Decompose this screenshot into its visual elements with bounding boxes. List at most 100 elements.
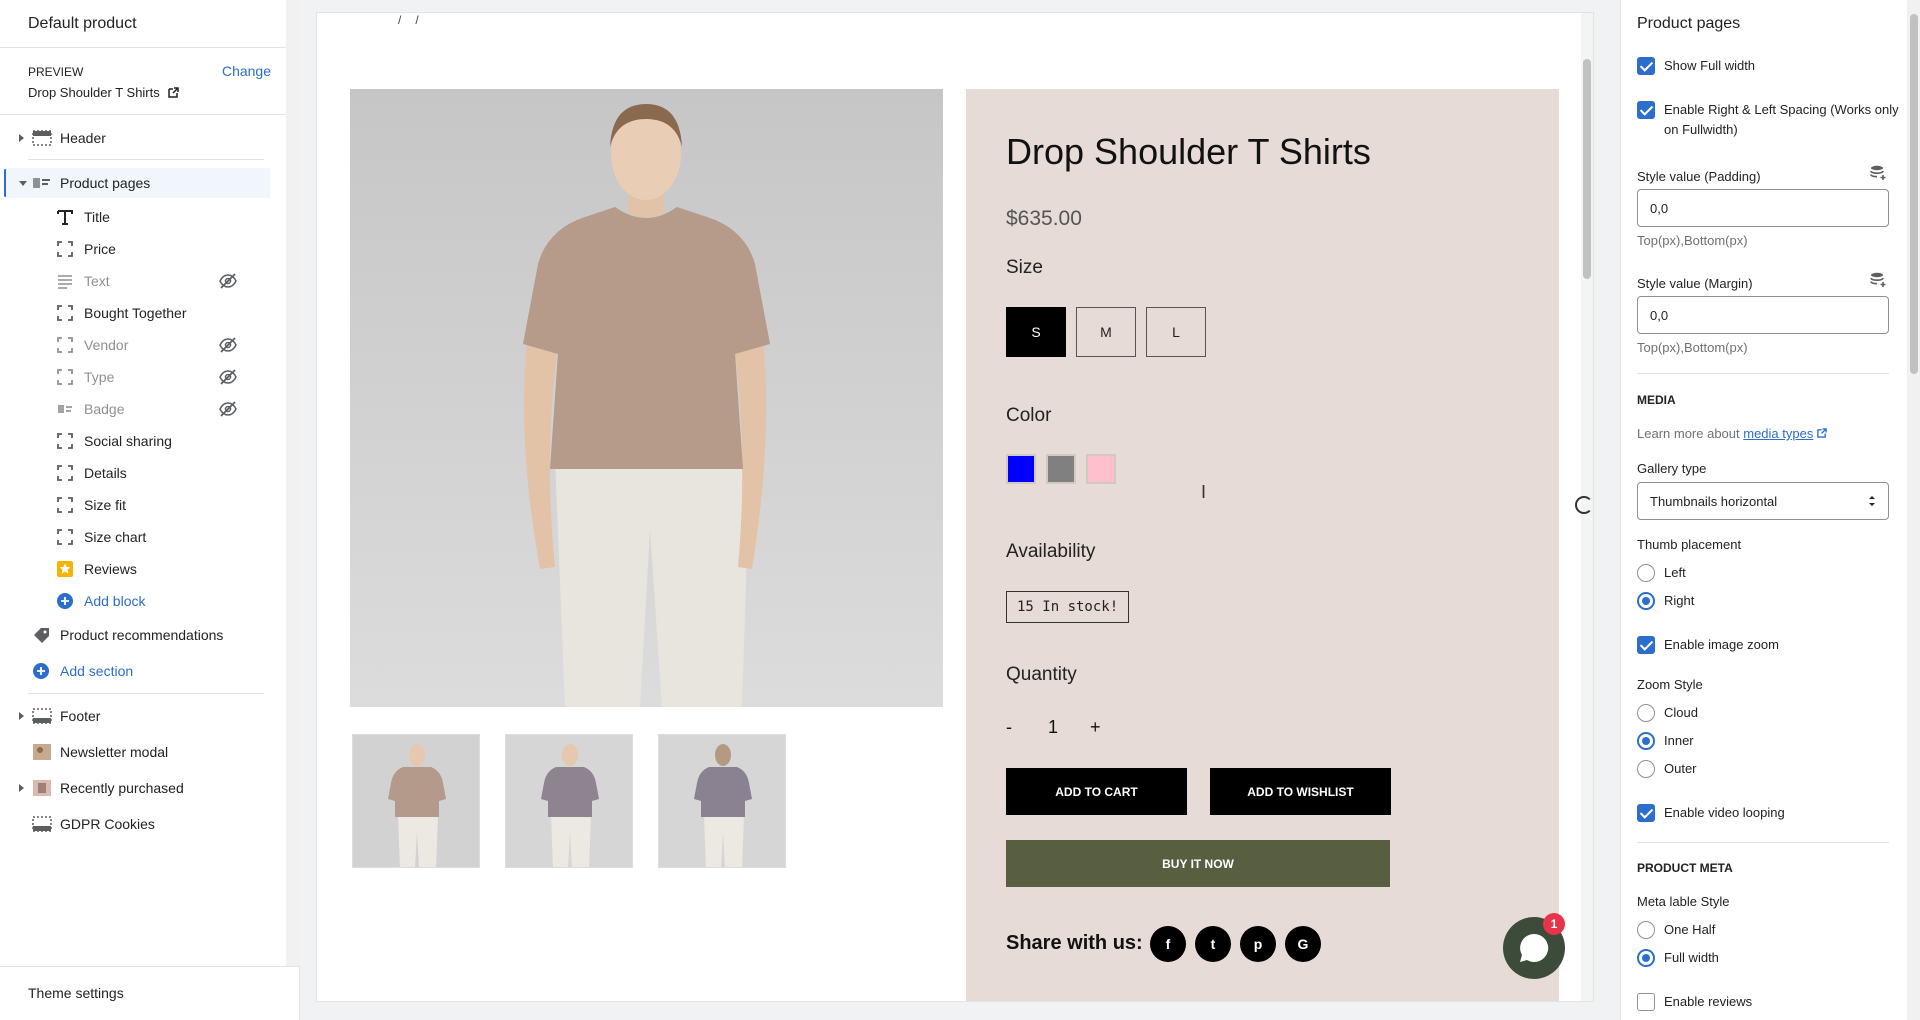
eye-hidden-icon[interactable] — [219, 401, 237, 417]
theme-settings-button[interactable]: Theme settings — [28, 985, 124, 1001]
plus-circle-icon — [33, 663, 49, 679]
buy-it-now-button[interactable]: BUY IT NOW — [1006, 840, 1390, 887]
block-reviews[interactable]: Reviews — [0, 554, 270, 584]
block-bought-together[interactable]: Bought Together — [0, 298, 270, 328]
caret-right-icon[interactable] — [19, 712, 24, 720]
quantity-value[interactable]: 1 — [1048, 717, 1058, 738]
zoom-cloud-radio[interactable] — [1637, 704, 1655, 722]
section-recently-purchased[interactable]: Recently purchased — [0, 773, 290, 803]
dynamic-source-icon[interactable] — [1869, 272, 1887, 288]
meta-full-width-radio[interactable] — [1637, 949, 1655, 967]
product-thumbnail[interactable] — [505, 734, 633, 868]
section-gdpr-cookies[interactable]: GDPR Cookies — [0, 809, 290, 839]
eye-hidden-icon[interactable] — [219, 273, 237, 289]
block-label: Type — [84, 369, 115, 385]
block-price[interactable]: Price — [0, 234, 270, 264]
block-size-fit[interactable]: Size fit — [0, 490, 270, 520]
pinterest-icon[interactable]: p — [1240, 926, 1276, 962]
block-label: Vendor — [84, 337, 129, 353]
footer-section-icon — [32, 816, 52, 832]
padding-help: Top(px),Bottom(px) — [1637, 233, 1748, 248]
block-icon — [57, 305, 73, 321]
product-thumbnail[interactable] — [352, 734, 480, 868]
change-preview-link[interactable]: Change — [222, 63, 271, 79]
chat-notification-badge: 1 — [1543, 913, 1565, 935]
meta-one-half-radio[interactable] — [1637, 921, 1655, 939]
margin-label: Style value (Margin) — [1637, 276, 1753, 291]
block-social-sharing[interactable]: Social sharing — [0, 426, 270, 456]
settings-scrollbar[interactable] — [1907, 0, 1920, 1020]
zoom-inner-label: Inner — [1664, 733, 1694, 748]
gallery-type-select[interactable]: Thumbnails horizontal — [1637, 482, 1889, 520]
google-icon[interactable]: G — [1285, 926, 1321, 962]
zoom-outer-radio[interactable] — [1637, 760, 1655, 778]
add-to-cart-button[interactable]: ADD TO CART — [1006, 768, 1187, 815]
size-option-s[interactable]: S — [1006, 307, 1066, 357]
sidebar-scrollbar[interactable] — [286, 0, 300, 966]
block-vendor[interactable]: Vendor — [0, 330, 270, 360]
block-label: Details — [84, 465, 127, 481]
color-swatch-pink[interactable] — [1086, 454, 1116, 484]
product-thumbnail[interactable] — [658, 734, 786, 868]
quantity-increment-button[interactable]: + — [1090, 717, 1101, 738]
add-block-button[interactable]: Add block — [0, 586, 270, 616]
section-product-pages[interactable]: Product pages — [6, 168, 270, 198]
margin-input[interactable]: 0,0 — [1637, 296, 1889, 334]
size-option-l[interactable]: L — [1146, 307, 1206, 357]
caret-down-icon[interactable] — [19, 180, 27, 186]
caret-right-icon[interactable] — [19, 134, 24, 142]
zoom-style-label: Zoom Style — [1637, 677, 1703, 692]
twitter-icon[interactable]: t — [1195, 926, 1231, 962]
section-footer[interactable]: Footer — [0, 701, 290, 731]
padding-label: Style value (Padding) — [1637, 169, 1761, 184]
enable-video-looping-checkbox[interactable] — [1637, 804, 1655, 822]
section-product-recommendations[interactable]: Product recommendations — [0, 620, 290, 650]
show-full-width-checkbox[interactable] — [1637, 57, 1655, 75]
thumb-left-label: Left — [1664, 565, 1686, 580]
product-main-image[interactable] — [350, 89, 943, 707]
learn-more-text: Learn more about media types — [1637, 426, 1827, 441]
preview-product[interactable]: Drop Shoulder T Shirts — [28, 85, 179, 100]
dynamic-source-icon[interactable] — [1869, 165, 1887, 181]
color-swatch-gray[interactable] — [1046, 454, 1076, 484]
product-title: Drop Shoulder T Shirts — [1006, 131, 1371, 172]
block-title[interactable]: Title — [0, 202, 270, 232]
add-section-button[interactable]: Add section — [0, 656, 290, 686]
block-badge[interactable]: Badge — [0, 394, 270, 424]
eye-hidden-icon[interactable] — [219, 369, 237, 385]
block-text[interactable]: Text — [0, 266, 270, 296]
add-to-wishlist-button[interactable]: ADD TO WISHLIST — [1210, 768, 1391, 815]
enable-image-zoom-checkbox[interactable] — [1637, 636, 1655, 654]
section-newsletter-modal[interactable]: Newsletter modal — [0, 737, 290, 767]
preview-label: PREVIEW — [28, 65, 84, 79]
color-swatch-blue[interactable] — [1006, 454, 1036, 484]
paragraph-icon — [58, 275, 72, 289]
size-option-m[interactable]: M — [1076, 307, 1136, 357]
padding-input[interactable]: 0,0 — [1637, 189, 1889, 227]
block-label: Title — [84, 209, 110, 225]
star-icon — [57, 561, 73, 577]
section-header[interactable]: Header — [0, 123, 290, 153]
plus-circle-icon — [57, 593, 73, 609]
thumb-right-radio[interactable] — [1637, 592, 1655, 610]
block-type[interactable]: Type — [0, 362, 270, 392]
product-info-panel: Drop Shoulder T Shirts $635.00 Size S M … — [966, 89, 1559, 1001]
section-label: Footer — [60, 708, 101, 724]
block-details[interactable]: Details — [0, 458, 270, 488]
quantity-decrement-button[interactable]: - — [1006, 717, 1012, 738]
enable-spacing-checkbox[interactable] — [1637, 101, 1655, 119]
caret-right-icon[interactable] — [19, 784, 24, 792]
thumb-left-radio[interactable] — [1637, 564, 1655, 582]
facebook-icon[interactable]: f — [1150, 926, 1186, 962]
block-size-chart[interactable]: Size chart — [0, 522, 270, 552]
enable-reviews-checkbox[interactable] — [1637, 993, 1655, 1011]
section-label: GDPR Cookies — [60, 816, 155, 832]
eye-hidden-icon[interactable] — [219, 337, 237, 353]
settings-title: Product pages — [1637, 15, 1741, 32]
settings-panel: Product pages Show Full width Enable Rig… — [1620, 0, 1920, 1020]
inspector-toggle-icon[interactable] — [1575, 496, 1593, 514]
left-sidebar: Default product PREVIEW Change Drop Shou… — [0, 0, 300, 1020]
media-types-link[interactable]: media types — [1743, 426, 1813, 441]
thumb-placement-label: Thumb placement — [1637, 537, 1742, 552]
zoom-inner-radio[interactable] — [1637, 732, 1655, 750]
